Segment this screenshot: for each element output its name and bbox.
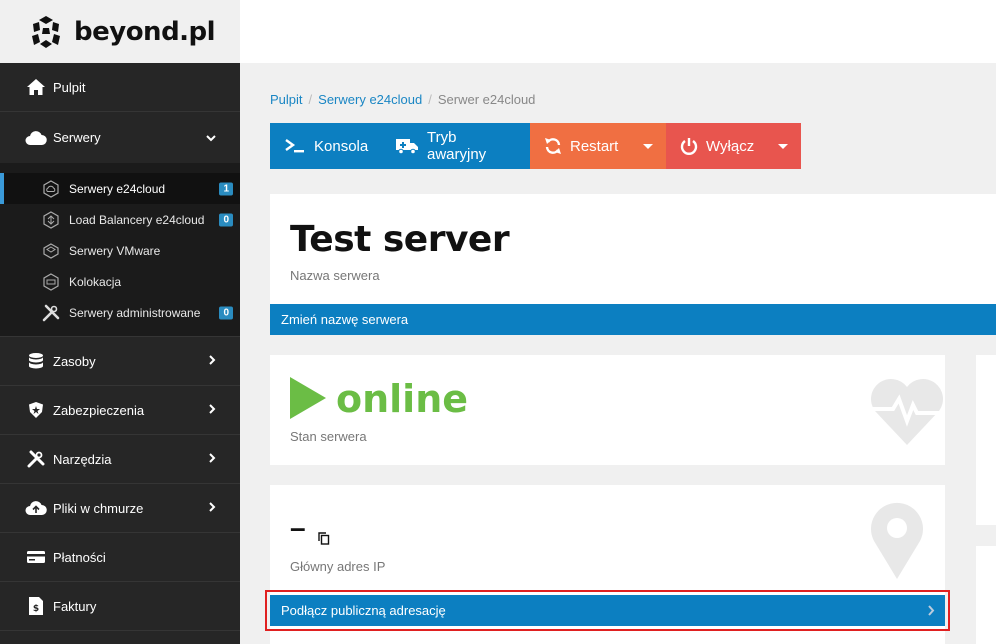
sidebar-item-label: Narzędzia xyxy=(53,451,112,467)
sidebar: beyond.pl Pulpit Serwery Serwery e24clou… xyxy=(0,0,240,644)
chevron-right-icon xyxy=(208,354,216,368)
rename-server-link[interactable]: Zmień nazwę serwera xyxy=(270,304,996,335)
sidebar-item-narzedzia[interactable]: Narzędzia xyxy=(0,435,240,484)
caret-down-icon xyxy=(778,143,788,149)
sidebar-subitem-label: Serwery VMware xyxy=(69,243,161,258)
cloud-icon xyxy=(25,128,47,148)
restart-button[interactable]: Restart xyxy=(530,123,630,169)
side-card xyxy=(976,355,996,525)
wrench-screwdriver-icon xyxy=(42,304,60,322)
sidebar-item-faktury[interactable]: $ Faktury xyxy=(0,582,240,631)
ip-address-value: – xyxy=(290,512,306,543)
breadcrumb: Pulpit / Serwery e24cloud / Serwer e24cl… xyxy=(270,92,535,107)
server-status-label: Stan serwera xyxy=(290,429,367,444)
map-pin-icon xyxy=(871,502,923,579)
sidebar-item-platnosci[interactable]: Płatności xyxy=(0,533,240,582)
ip-address-label: Główny adres IP xyxy=(290,559,386,574)
sidebar-subitem-kolokacja[interactable]: Kolokacja xyxy=(0,266,240,297)
chevron-right-icon xyxy=(208,403,216,417)
breadcrumb-separator: / xyxy=(308,92,313,107)
server-name-label: Nazwa serwera xyxy=(290,268,380,283)
highlight-box xyxy=(265,590,950,631)
sidebar-subitem-e24cloud[interactable]: Serwery e24cloud 1 xyxy=(0,173,240,204)
logo-text: beyond.pl xyxy=(74,16,216,47)
ambulance-icon xyxy=(395,137,419,155)
breadcrumb-link-servers[interactable]: Serwery e24cloud xyxy=(318,92,422,107)
sidebar-item-serwery[interactable]: Serwery xyxy=(0,112,240,163)
shutdown-button-label: Wyłącz xyxy=(706,137,755,155)
sidebar-subitem-label: Load Balancery e24cloud xyxy=(69,212,205,227)
chevron-down-icon xyxy=(206,131,216,145)
vmware-icon xyxy=(42,242,60,260)
count-badge: 1 xyxy=(219,182,233,195)
tools-icon xyxy=(25,449,47,469)
server-name: Test server xyxy=(290,219,510,260)
sidebar-subitem-label: Serwery administrowane xyxy=(69,305,201,320)
logo[interactable]: beyond.pl xyxy=(0,0,240,63)
refresh-icon xyxy=(544,137,562,155)
load-balancer-icon xyxy=(42,210,60,229)
sidebar-item-pliki[interactable]: Pliki w chmurze xyxy=(0,484,240,533)
sidebar-subitem-label: Kolokacja xyxy=(69,274,122,289)
sidebar-subitem-label: Serwery e24cloud xyxy=(69,181,166,196)
sidebar-item-label: Zasoby xyxy=(53,353,96,369)
sidebar-item-zabezpieczenia[interactable]: Zabezpieczenia xyxy=(0,386,240,435)
shutdown-dropdown-toggle[interactable] xyxy=(765,123,801,169)
sidebar-item-label: Pliki w chmurze xyxy=(53,500,144,516)
breadcrumb-link-pulpit[interactable]: Pulpit xyxy=(270,92,303,107)
sidebar-subitem-load-balancers[interactable]: Load Balancery e24cloud 0 xyxy=(0,204,240,235)
cloud-upload-icon xyxy=(25,498,47,518)
console-button-label: Konsola xyxy=(314,137,369,155)
server-action-toolbar: Konsola Tryb awaryjny Restart Wyłącz xyxy=(270,123,801,169)
restart-button-label: Restart xyxy=(570,137,619,155)
breadcrumb-separator: / xyxy=(428,92,432,107)
side-card xyxy=(976,546,996,644)
console-button[interactable]: Konsola xyxy=(270,123,381,169)
sidebar-item-pulpit[interactable]: Pulpit xyxy=(0,63,240,112)
top-header xyxy=(240,0,996,63)
invoice-icon: $ xyxy=(25,596,47,616)
terminal-icon xyxy=(284,138,306,154)
database-icon xyxy=(25,351,47,371)
cloud-server-icon xyxy=(42,179,60,198)
shield-icon xyxy=(25,400,47,420)
sidebar-item-label: Faktury xyxy=(53,598,97,614)
power-icon xyxy=(680,137,698,155)
sidebar-item-label: Płatności xyxy=(53,549,106,565)
servers-submenu: Serwery e24cloud 1 Load Balancery e24clo… xyxy=(0,163,240,337)
emergency-mode-button[interactable]: Tryb awaryjny xyxy=(381,123,530,169)
emergency-mode-label: Tryb awaryjny xyxy=(427,129,487,163)
restart-dropdown-toggle[interactable] xyxy=(630,123,666,169)
server-status-value: online xyxy=(336,377,469,421)
sidebar-item-label: Pulpit xyxy=(53,79,86,95)
svg-text:$: $ xyxy=(33,604,39,614)
sidebar-item-zasoby[interactable]: Zasoby xyxy=(0,337,240,386)
count-badge: 0 xyxy=(219,213,233,226)
copy-icon[interactable] xyxy=(318,532,330,545)
breadcrumb-current: Serwer e24cloud xyxy=(437,92,536,107)
sidebar-item-label: Serwery xyxy=(53,130,101,145)
chevron-right-icon xyxy=(208,452,216,466)
colocation-icon xyxy=(42,272,60,291)
sidebar-item-label: Zabezpieczenia xyxy=(53,402,145,418)
sidebar-subitem-vmware[interactable]: Serwery VMware xyxy=(0,235,240,266)
credit-card-icon xyxy=(25,547,47,567)
play-icon xyxy=(290,377,326,419)
caret-down-icon xyxy=(643,143,653,149)
logo-mark-icon xyxy=(32,15,60,48)
sidebar-subitem-managed[interactable]: Serwery administrowane 0 xyxy=(0,297,240,328)
home-icon xyxy=(25,77,47,97)
shutdown-button[interactable]: Wyłącz xyxy=(666,123,765,169)
heartbeat-icon xyxy=(869,379,945,445)
chevron-right-icon xyxy=(208,501,216,515)
count-badge: 0 xyxy=(219,306,233,319)
